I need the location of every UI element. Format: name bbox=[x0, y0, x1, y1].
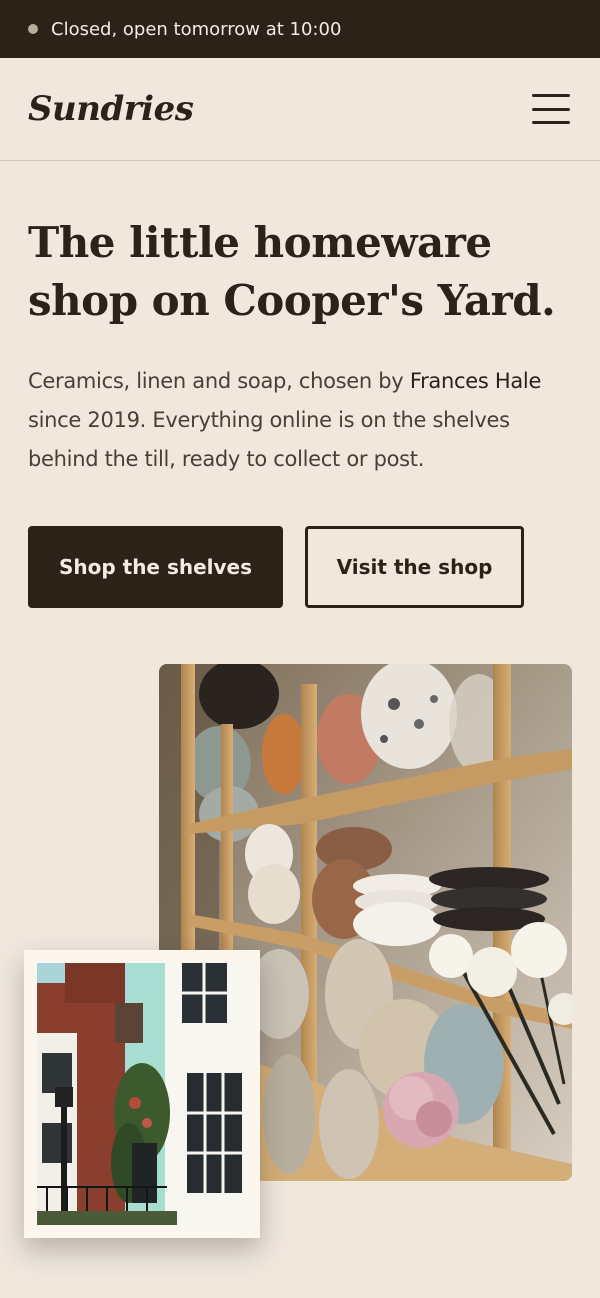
owner-name: Frances Hale bbox=[409, 369, 542, 393]
hamburger-icon-line bbox=[532, 94, 570, 97]
hero-desc-text-2: since 2019. Everything online is on the … bbox=[28, 408, 510, 471]
status-dot-icon bbox=[28, 24, 38, 34]
hamburger-icon-line bbox=[532, 107, 570, 111]
opening-status-text: Closed, open tomorrow at 10:00 bbox=[51, 18, 342, 40]
shopfront-photo bbox=[24, 950, 260, 1238]
hamburger-icon-line bbox=[532, 121, 570, 124]
shop-the-shelves-button[interactable]: Shop the shelves bbox=[28, 526, 283, 608]
hamburger-menu-button[interactable] bbox=[532, 94, 570, 124]
hero-description: Ceramics, linen and soap, chosen by Fran… bbox=[28, 362, 573, 479]
hero-title: The little homeware shop on Cooper's Yar… bbox=[28, 214, 588, 330]
opening-status-bar: Closed, open tomorrow at 10:00 bbox=[0, 0, 600, 58]
visit-the-shop-button[interactable]: Visit the shop bbox=[305, 526, 524, 608]
hero-title-line-1: The little homeware bbox=[28, 218, 492, 267]
site-logo[interactable]: Sundries bbox=[28, 89, 194, 129]
hero-title-line-2: shop on Cooper's Yard. bbox=[28, 276, 556, 325]
site-header: Sundries bbox=[0, 58, 600, 161]
hero-desc-text-1: Ceramics, linen and soap, chosen by bbox=[28, 369, 410, 393]
